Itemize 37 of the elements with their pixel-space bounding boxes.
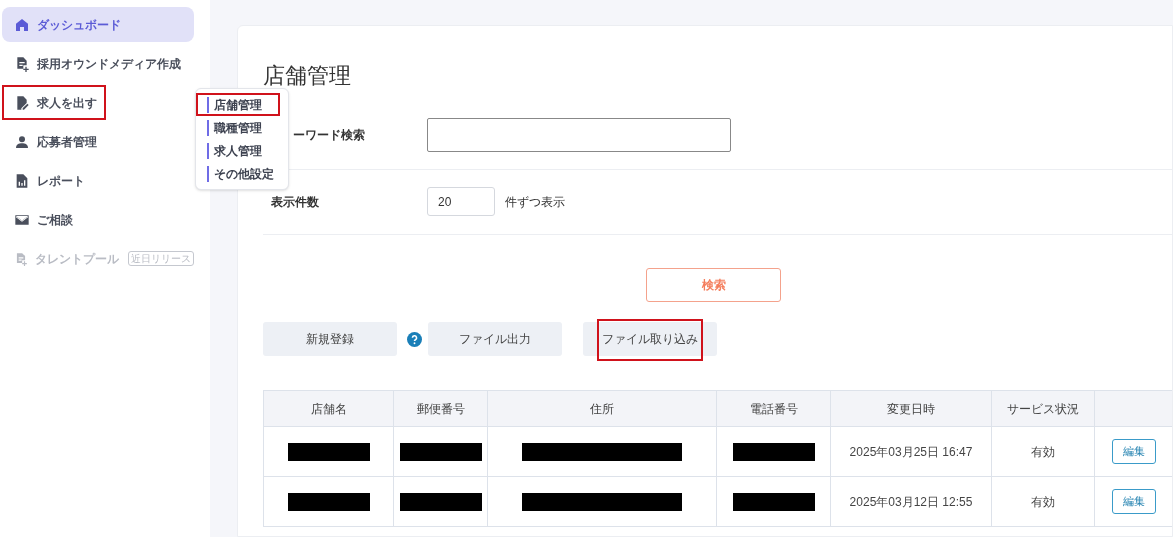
action-button[interactable]: 新規登録 (263, 322, 397, 356)
table-cell-text: 有効 (1031, 443, 1055, 461)
column-header: 変更日時 (831, 391, 992, 426)
document-plus-icon (14, 55, 30, 72)
sidebar-item[interactable]: 求人を出す (2, 85, 106, 120)
submenu-item[interactable]: 求人管理 (196, 139, 280, 162)
submenu-item[interactable]: 店舗管理 (196, 93, 280, 116)
column-header: サービス状況 (992, 391, 1095, 426)
action-button[interactable]: ファイル出力 (428, 322, 562, 356)
document-pencil-icon (14, 94, 30, 111)
sidebar-item[interactable]: ダッシュボード (2, 7, 194, 42)
count-label: 表示件数 (270, 193, 320, 211)
chart-document-icon (14, 172, 30, 189)
submenu-item[interactable]: その他設定 (196, 162, 280, 185)
column-header: 電話番号 (717, 391, 831, 426)
count-input[interactable]: 20 (427, 187, 495, 216)
table-cell-text: 2025年03月12日 12:55 (849, 493, 973, 511)
submenu-item[interactable]: 職種管理 (196, 116, 280, 139)
column-header: 店舗名 (264, 391, 394, 426)
document-plus-icon (14, 250, 28, 267)
table-cell-text: 2025年03月25日 16:47 (849, 443, 973, 461)
table-cell-text: 有効 (1031, 493, 1055, 511)
sidebar-item[interactable]: 採用オウンドメディア作成 (2, 46, 194, 81)
sidebar-item[interactable]: 応募者管理 (2, 124, 194, 159)
sidebar-item[interactable]: レポート (2, 163, 194, 198)
column-header: 郵便番号 (394, 391, 488, 426)
home-icon (14, 16, 30, 33)
sidebar-item[interactable]: ご相談 (2, 202, 194, 237)
help-icon[interactable] (407, 331, 422, 347)
count-suffix: 件ずつ表示 (505, 193, 565, 211)
column-header: 住所 (488, 391, 717, 426)
edit-button[interactable]: 編集 (1112, 489, 1156, 514)
keyword-label: ーワード検索 (292, 127, 366, 144)
page-title: 店舗管理 (263, 62, 352, 90)
keyword-input[interactable] (427, 118, 731, 152)
person-icon (14, 133, 30, 150)
edit-button[interactable]: 編集 (1112, 439, 1156, 464)
